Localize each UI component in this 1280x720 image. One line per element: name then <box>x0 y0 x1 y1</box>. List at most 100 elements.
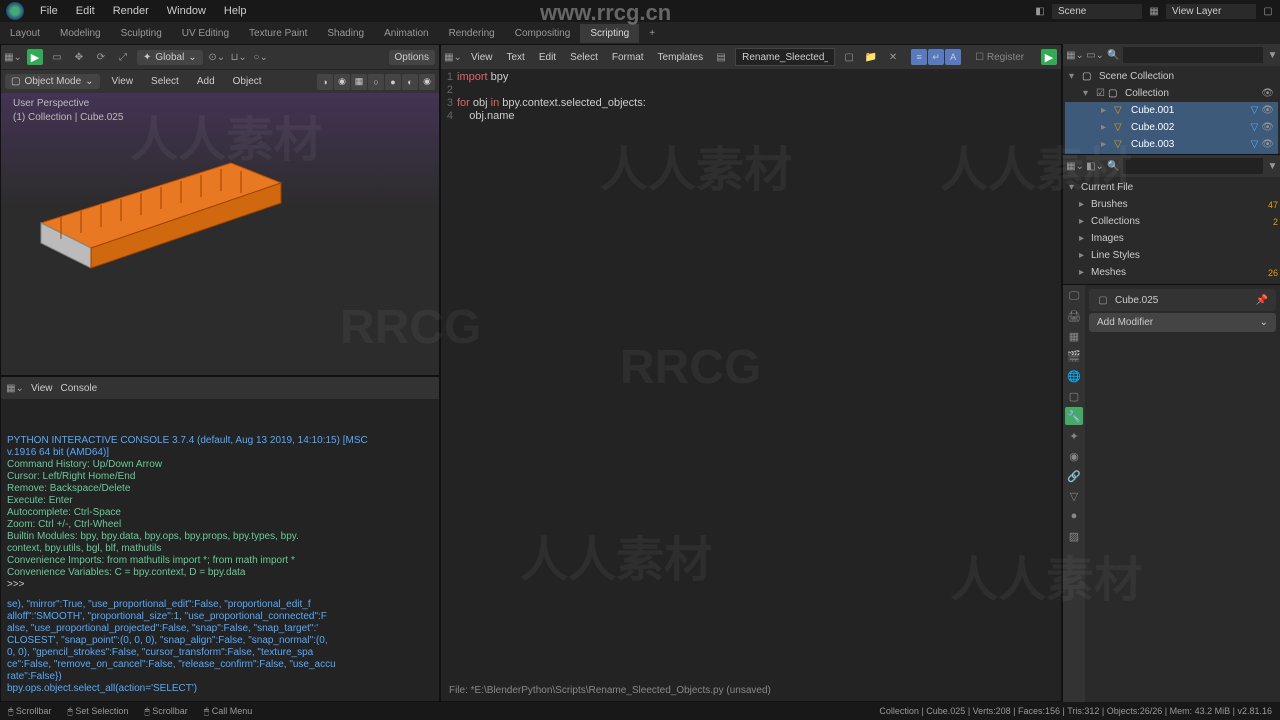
editor-type-outliner2-icon[interactable]: ▦⌄ <box>1067 158 1083 174</box>
display-mode2-icon[interactable]: ◧⌄ <box>1087 158 1103 174</box>
menu-edit[interactable]: Edit <box>68 2 103 20</box>
outliner-object[interactable]: ▸▽Cube.001▽👁 <box>1065 102 1278 119</box>
vp-menu-add[interactable]: Add <box>191 74 221 89</box>
workspace-animation[interactable]: Animation <box>374 24 438 43</box>
menu-file[interactable]: File <box>32 2 66 20</box>
select-box-icon[interactable]: ▭ <box>49 49 65 65</box>
shading-render-icon[interactable]: ◉ <box>419 74 435 90</box>
unlink-icon[interactable]: ✕ <box>885 49 901 65</box>
editor-type-outliner-icon[interactable]: ▦⌄ <box>1067 47 1083 63</box>
text-editor-body[interactable]: 1234 import bpyfor obj in bpy.context.se… <box>441 69 1061 701</box>
syntax-icon[interactable]: A <box>945 49 961 65</box>
te-menu-format[interactable]: Format <box>608 52 648 63</box>
datablock-row[interactable]: ▸Brushes47 <box>1065 196 1278 213</box>
outliner[interactable]: ▦⌄ ▭⌄ 🔍 ▼ ▾▢Scene Collection ▾☑▢Collecti… <box>1063 44 1280 154</box>
tab-render-icon[interactable]: 🖵 <box>1065 287 1083 305</box>
te-menu-view[interactable]: View <box>467 52 497 63</box>
file-browse-icon[interactable]: ▤ <box>713 49 729 65</box>
workspace-uvediting[interactable]: UV Editing <box>172 24 239 43</box>
te-menu-templates[interactable]: Templates <box>654 52 708 63</box>
visibility-icon[interactable]: 👁 <box>1261 88 1274 99</box>
viewlayer-icon[interactable]: ▦ <box>1146 3 1162 19</box>
display-mode-icon[interactable]: ▭⌄ <box>1087 47 1103 63</box>
workspace-add[interactable]: + <box>639 24 665 43</box>
te-menu-text[interactable]: Text <box>503 52 529 63</box>
vp-menu-view[interactable]: View <box>106 74 140 89</box>
xray-icon[interactable]: ▦ <box>351 74 367 90</box>
vp-menu-select[interactable]: Select <box>145 74 185 89</box>
add-modifier-button[interactable]: Add Modifier⌄ <box>1089 313 1276 332</box>
overlay-icon[interactable]: ◉ <box>334 74 350 90</box>
editor-type-text-icon[interactable]: ▦⌄ <box>445 49 461 65</box>
outliner-collection[interactable]: ▾☑▢Collection 👁 <box>1065 85 1278 102</box>
text-file-input[interactable] <box>735 48 835 66</box>
menu-help[interactable]: Help <box>216 2 255 20</box>
code-area[interactable]: import bpyfor obj in bpy.context.selecte… <box>457 71 1061 701</box>
menu-render[interactable]: Render <box>105 2 157 20</box>
proportional-icon[interactable]: ○⌄ <box>253 49 269 65</box>
register-checkbox-label[interactable]: ☐ Register <box>975 52 1024 63</box>
filter2-icon[interactable]: ▼ <box>1267 158 1277 174</box>
workspace-shading[interactable]: Shading <box>317 24 374 43</box>
scale-icon[interactable]: ⤢ <box>115 49 131 65</box>
console-menu-view[interactable]: View <box>31 383 53 394</box>
outliner-blender-file[interactable]: ▦⌄ ◧⌄ 🔍 ▼ ▾Current File ▸Brushes47▸Colle… <box>1063 154 1280 284</box>
transform-orientation[interactable]: ✦ Global ⌄ <box>137 50 203 65</box>
outliner-scene-collection[interactable]: ▾▢Scene Collection <box>1065 68 1278 85</box>
python-console[interactable]: ▦⌄ View Console PYTHON INTERACTIVE CONSO… <box>0 376 440 702</box>
te-menu-edit[interactable]: Edit <box>535 52 560 63</box>
tab-scene-icon[interactable]: 🎬 <box>1065 347 1083 365</box>
workspace-texturepaint[interactable]: Texture Paint <box>239 24 317 43</box>
editor-type-icon[interactable]: ▦⌄ <box>5 49 21 65</box>
active-object-name[interactable] <box>1115 295 1250 306</box>
workspace-layout[interactable]: Layout <box>0 24 50 43</box>
workspace-sculpting[interactable]: Sculpting <box>111 24 172 43</box>
viewlayer-name-input[interactable] <box>1166 4 1256 19</box>
scene-name-input[interactable] <box>1052 4 1142 19</box>
outliner-search[interactable] <box>1123 47 1263 63</box>
tab-modifier-icon[interactable]: 🔧 <box>1065 407 1083 425</box>
tab-texture-icon[interactable]: ▨ <box>1065 527 1083 545</box>
scene-icon[interactable]: ◧ <box>1032 3 1048 19</box>
datablock-row[interactable]: ▸Line Styles <box>1065 247 1278 264</box>
rotate-icon[interactable]: ⟳ <box>93 49 109 65</box>
tab-viewlayer-icon[interactable]: ▦ <box>1065 327 1083 345</box>
datablocks-search[interactable] <box>1123 158 1263 174</box>
outliner-object[interactable]: ▸▽Cube.002▽👁 <box>1065 119 1278 136</box>
open-file-icon[interactable]: 📁 <box>863 49 879 65</box>
datablock-row[interactable]: ▸Meshes26 <box>1065 264 1278 281</box>
filter-icon[interactable]: ▼ <box>1267 47 1277 63</box>
3d-viewport[interactable]: ▦⌄ ▶ ▭ ✥ ⟳ ⤢ ✦ Global ⌄ ⊙⌄ ⊔⌄ ○⌄ Options… <box>0 44 440 376</box>
tab-material-icon[interactable]: ● <box>1065 507 1083 525</box>
outliner-tree[interactable]: ▾▢Scene Collection ▾☑▢Collection 👁 ▸▽Cub… <box>1063 66 1280 154</box>
menu-window[interactable]: Window <box>159 2 214 20</box>
workspace-scripting[interactable]: Scripting <box>580 24 639 43</box>
console-output[interactable]: PYTHON INTERACTIVE CONSOLE 3.7.4 (defaul… <box>1 399 439 701</box>
tab-physics-icon[interactable]: ◉ <box>1065 447 1083 465</box>
tab-output-icon[interactable]: 🖨 <box>1065 307 1083 325</box>
tab-particles-icon[interactable]: ✦ <box>1065 427 1083 445</box>
pin-icon[interactable]: 📌 <box>1254 292 1270 308</box>
outliner-object[interactable]: ▸▽Cube.003▽👁 <box>1065 136 1278 153</box>
pivot-icon[interactable]: ⊙⌄ <box>209 49 225 65</box>
current-file-row[interactable]: ▾Current File <box>1065 179 1278 196</box>
console-prompt[interactable]: >>> <box>7 579 433 591</box>
tab-world-icon[interactable]: 🌐 <box>1065 367 1083 385</box>
tab-object-icon[interactable]: ▢ <box>1065 387 1083 405</box>
console-menu-console[interactable]: Console <box>61 383 98 394</box>
text-editor[interactable]: ▦⌄ View Text Edit Select Format Template… <box>440 44 1062 702</box>
move-icon[interactable]: ✥ <box>71 49 87 65</box>
snap-icon[interactable]: ⊔⌄ <box>231 49 247 65</box>
workspace-rendering[interactable]: Rendering <box>439 24 505 43</box>
wordwrap-icon[interactable]: ↵ <box>928 49 944 65</box>
mode-select[interactable]: ▢ Object Mode ⌄ <box>5 74 100 89</box>
te-menu-select[interactable]: Select <box>566 52 602 63</box>
shading-matprev-icon[interactable]: ◐ <box>402 74 418 90</box>
gizmo-icon[interactable]: ◑ <box>317 74 333 90</box>
editor-type-console-icon[interactable]: ▦⌄ <box>7 380 23 396</box>
new-viewlayer-icon[interactable]: ▢ <box>1260 3 1276 19</box>
datablocks-tree[interactable]: ▾Current File ▸Brushes47▸Collections2▸Im… <box>1063 177 1280 300</box>
workspace-modeling[interactable]: Modeling <box>50 24 111 43</box>
viewport-canvas[interactable] <box>1 93 439 375</box>
run-script-button[interactable]: ▶ <box>1041 49 1057 65</box>
